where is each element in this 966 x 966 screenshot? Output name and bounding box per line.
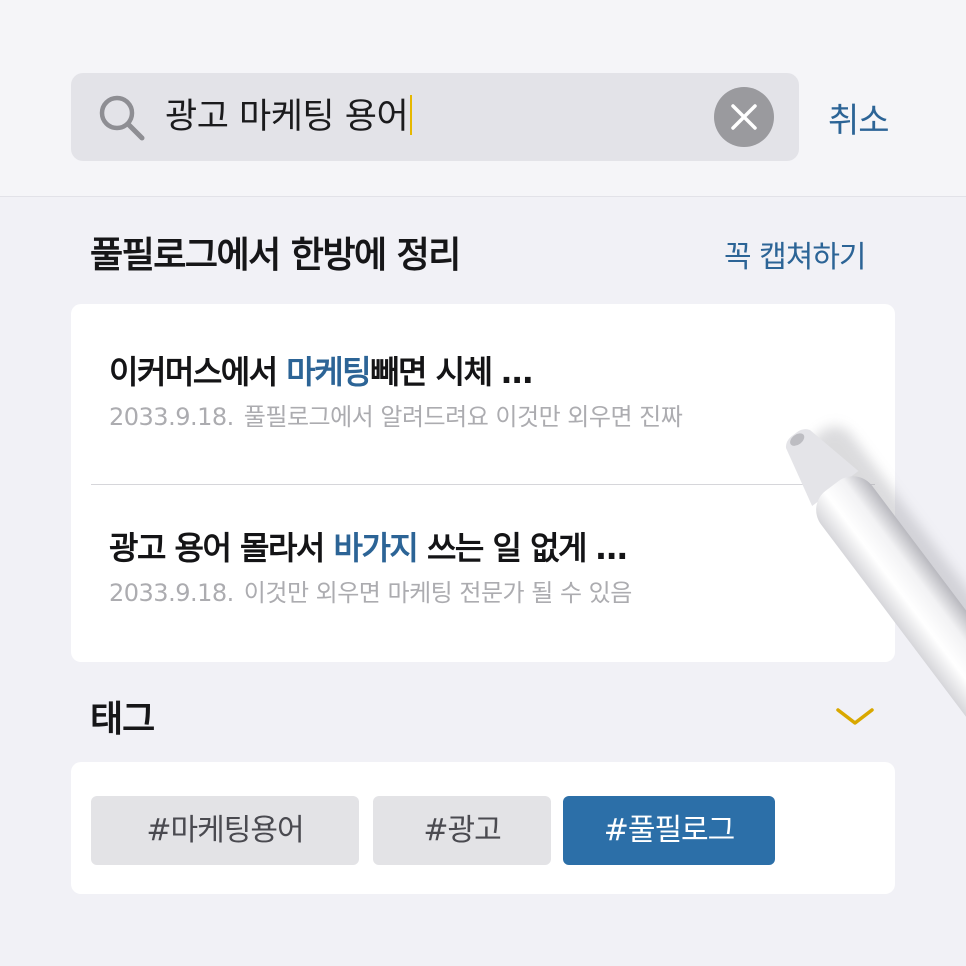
chevron-down-icon[interactable] [834,704,876,728]
search-bar-area: 광고 마케팅 용어 취소 [0,0,966,197]
result-date: 2033.9.18. [109,403,234,431]
tag-chip-marketing-terms[interactable]: #마케팅용어 [91,796,359,865]
tag-chip-ad[interactable]: #광고 [373,796,551,865]
search-query-text[interactable]: 광고 마케팅 용어 [165,97,409,137]
search-results-card: 이커머스에서 마케팅빼면 시체 … 2033.9.18. 풀필로그에서 알려드려요… [71,304,895,662]
text-caret [410,95,413,135]
result-title[interactable]: 광고 용어 몰라서 바가지 쓰는 일 없게 … [109,528,889,568]
search-result-item[interactable]: 이커머스에서 마케팅빼면 시체 … 2033.9.18. 풀필로그에서 알려드려요… [109,352,889,432]
result-snippet: 풀필로그에서 알려드려요 이것만 외우면 진짜 [243,403,683,431]
search-box[interactable]: 광고 마케팅 용어 [71,73,799,161]
result-title-highlight: 마케팅 [286,353,371,391]
result-divider [91,484,875,485]
result-snippet: 이것만 외우면 마케팅 전문가 될 수 있음 [243,579,633,607]
result-title-text: 이커머스에서 [109,353,287,391]
search-input[interactable]: 광고 마케팅 용어 [165,95,413,139]
search-result-item[interactable]: 광고 용어 몰라서 바가지 쓰는 일 없게 … 2033.9.18. 이것만 외우… [109,528,889,608]
result-meta: 2033.9.18. 이것만 외우면 마케팅 전문가 될 수 있음 [109,578,889,608]
search-icon [99,95,145,141]
section-title: 풀필로그에서 한방에 정리 [90,235,461,276]
result-title[interactable]: 이커머스에서 마케팅빼면 시체 … [109,352,889,392]
capture-link[interactable]: 꼭 캡쳐하기 [724,232,867,276]
result-meta: 2033.9.18. 풀필로그에서 알려드려요 이것만 외우면 진짜 [109,402,889,432]
cancel-button[interactable]: 취소 [828,93,890,142]
result-title-text: 쓰는 일 없게 … [417,529,628,567]
clear-search-button[interactable] [714,87,774,147]
tags-section-title: 태그 [90,699,155,740]
result-date: 2033.9.18. [109,579,234,607]
result-title-highlight: 바가지 [333,529,419,567]
result-title-text: 빼면 시체 … [370,353,533,391]
tags-card: #마케팅용어 #광고 #풀필로그 [71,762,895,894]
tag-chip-fulfilog[interactable]: #풀필로그 [563,796,775,865]
result-title-text: 광고 용어 몰라서 [109,529,334,567]
close-icon [731,104,757,130]
